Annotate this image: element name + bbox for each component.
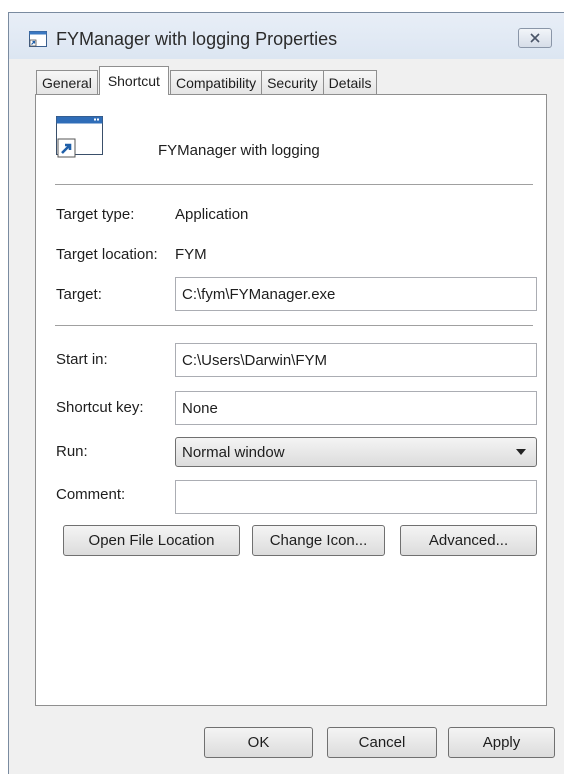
title-bar[interactable]: FYManager with logging Properties [9,13,564,59]
apply-button[interactable]: Apply [448,727,555,758]
separator [55,184,533,185]
tab-security[interactable]: Security [261,70,324,95]
target-location-value: FYM [175,246,207,263]
shortcut-key-input[interactable]: None [175,391,537,425]
tab-compatibility[interactable]: Compatibility [169,70,263,95]
close-x-icon [530,33,540,43]
chevron-down-icon [516,449,526,455]
ok-button[interactable]: OK [204,727,313,758]
start-in-label: Start in: [56,351,108,368]
tab-general[interactable]: General [36,70,98,95]
change-icon-button[interactable]: Change Icon... [252,525,385,556]
run-label: Run: [56,443,88,460]
comment-input[interactable] [175,480,537,514]
tab-details[interactable]: Details [322,70,378,95]
run-select-value: Normal window [182,443,285,461]
shortcut-app-icon [56,116,103,158]
cancel-button[interactable]: Cancel [327,727,437,758]
shortcut-tab-panel: FYManager with logging Target type: Appl… [35,94,547,706]
shortcut-app-icon [29,31,47,47]
shortcut-key-label: Shortcut key: [56,399,144,416]
target-location-label: Target location: [56,246,158,263]
tab-strip: General Shortcut Compatibility Security … [36,66,378,95]
target-input[interactable]: C:\fym\FYManager.exe [175,277,537,311]
open-file-location-button[interactable]: Open File Location [63,525,240,556]
close-button[interactable] [518,28,552,48]
advanced-button[interactable]: Advanced... [400,525,537,556]
tab-shortcut[interactable]: Shortcut [98,66,169,95]
separator [55,325,533,326]
target-label: Target: [56,286,102,303]
comment-label: Comment: [56,486,126,503]
window-title: FYManager with logging Properties [56,29,338,49]
start-in-input[interactable]: C:\Users\Darwin\FYM [175,343,537,377]
target-type-value: Application [175,206,249,223]
shortcut-name: FYManager with logging [158,142,320,159]
run-select[interactable]: Normal window [175,437,537,467]
properties-dialog: FYManager with logging Properties Genera… [8,12,564,774]
target-type-label: Target type: [56,206,135,223]
